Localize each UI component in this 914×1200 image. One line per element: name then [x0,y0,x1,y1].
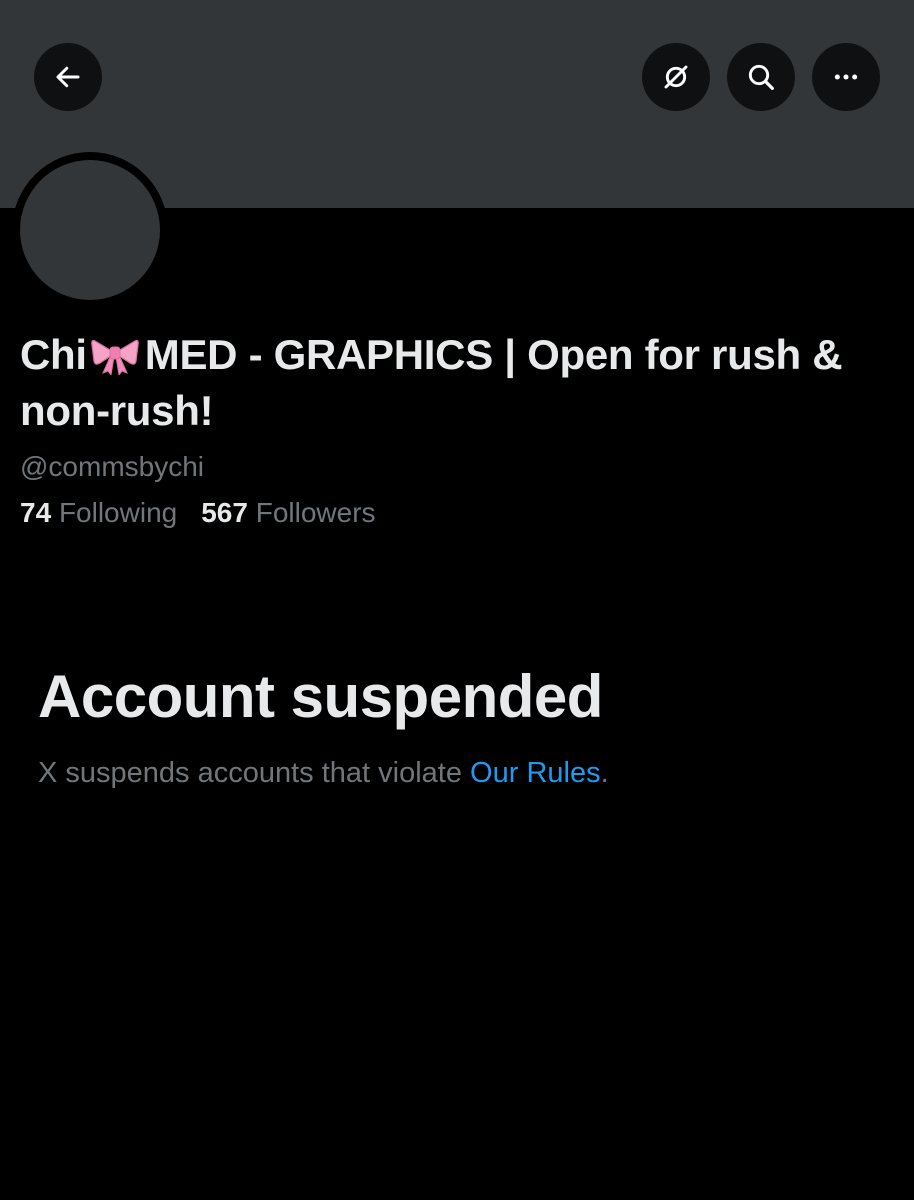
user-handle: @commsbychi [20,451,205,482]
translate-off-icon [664,65,688,89]
display-name-rest: MED - GRAPHICS | Open for rush & non-rus… [20,331,843,434]
search-button[interactable] [727,43,795,111]
display-name: Chi MED - GRAPHICS | Open for rush & non… [20,327,880,439]
avatar[interactable] [20,160,160,300]
suspension-description: X suspends accounts that violate Our Rul… [38,754,609,792]
translate-off-button[interactable] [642,43,710,111]
following-link[interactable]: 74 Following [20,495,177,531]
followers-label: Followers [255,497,376,528]
suspension-title: Account suspended [38,663,603,730]
following-count: 74 [20,497,52,528]
followers-link[interactable]: 567 Followers [201,495,375,531]
more-button[interactable] [812,43,880,111]
back-button[interactable] [34,43,102,111]
bow-emoji-icon [90,339,139,375]
our-rules-link[interactable]: Our Rules [470,757,601,789]
more-horizontal-icon [834,74,858,80]
followers-count: 567 [201,497,248,528]
following-label: Following [58,497,178,528]
search-icon [748,64,774,90]
arrow-left-icon [56,66,80,88]
suspension-text: X suspends accounts that violate [38,757,462,789]
display-name-first: Chi [20,331,87,378]
suspension-trailing: . [600,757,609,789]
follow-stats: 74 Following 567 Followers [20,495,400,531]
